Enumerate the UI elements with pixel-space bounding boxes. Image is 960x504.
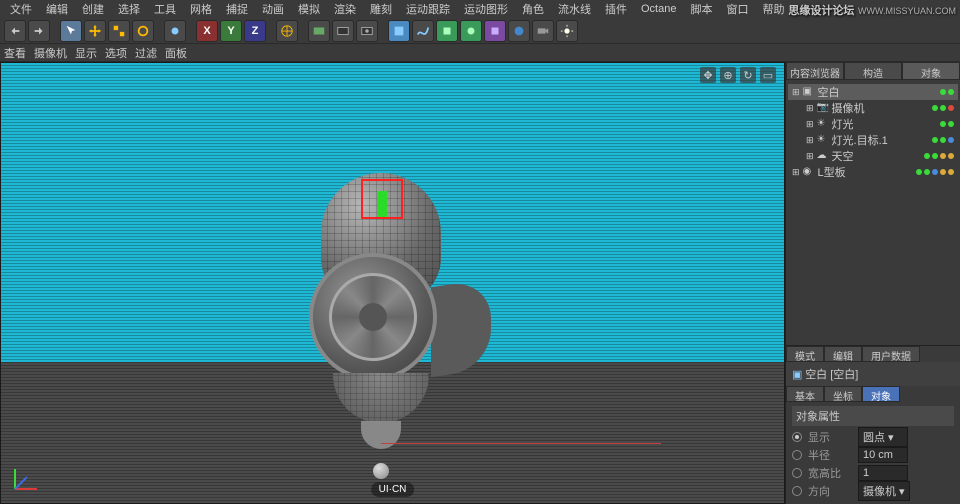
menu-渲染[interactable]: 渲染: [328, 0, 362, 18]
watermark-title: 思缘设计论坛: [788, 5, 854, 17]
attr-value[interactable]: 1: [858, 465, 908, 481]
tree-item-5[interactable]: ⊞◉L型板: [788, 164, 958, 180]
attr-row-1: 半径10 cm: [792, 446, 954, 464]
tree-item-4[interactable]: ⊞☁天空: [788, 148, 958, 164]
attr-row-0: 显示圆点 ▾: [792, 428, 954, 446]
null-icon: ▣: [792, 369, 802, 381]
attribute-manager: 模式编辑用户数据 ▣ 空白 [空白] 基本坐标对象 对象属性 显示圆点 ▾半径1…: [786, 345, 960, 504]
add-camera[interactable]: [532, 20, 554, 42]
vp-rotate-icon[interactable]: ↻: [740, 67, 756, 83]
tree-item-2[interactable]: ⊞☀灯光: [788, 116, 958, 132]
attr-radio[interactable]: [792, 432, 802, 442]
attr-tab-1[interactable]: 编辑: [824, 346, 862, 362]
menu-Octane[interactable]: Octane: [635, 2, 682, 16]
add-generator2[interactable]: [460, 20, 482, 42]
vp-max-icon[interactable]: ▭: [760, 67, 776, 83]
subbar-查看[interactable]: 查看: [4, 45, 26, 61]
tree-item-0[interactable]: ⊞▣空白: [788, 84, 958, 100]
subbar-显示[interactable]: 显示: [75, 45, 97, 61]
attr-title: 空白 [空白]: [805, 369, 858, 381]
attr-value[interactable]: 10 cm: [858, 447, 908, 463]
attr-row-3: 方向摄像机 ▾: [792, 482, 954, 500]
menu-网格[interactable]: 网格: [184, 0, 218, 18]
menu-角色[interactable]: 角色: [516, 0, 550, 18]
attr-subtab-2[interactable]: 对象: [862, 386, 900, 402]
menu-模拟[interactable]: 模拟: [292, 0, 326, 18]
menu-运动图形[interactable]: 运动图形: [458, 0, 514, 18]
menu-雕刻[interactable]: 雕刻: [364, 0, 398, 18]
menu-窗口[interactable]: 窗口: [720, 0, 754, 18]
menu-捕捉[interactable]: 捕捉: [220, 0, 254, 18]
vp-pan-icon[interactable]: ✥: [700, 67, 716, 83]
tree-item-1[interactable]: ⊞📷摄像机: [788, 100, 958, 116]
attr-radio[interactable]: [792, 468, 802, 478]
undo-button[interactable]: [4, 20, 26, 42]
axis-indicator: [7, 457, 47, 497]
vp-zoom-icon[interactable]: ⊕: [720, 67, 736, 83]
menu-帮助[interactable]: 帮助: [756, 0, 790, 18]
select-tool[interactable]: [60, 20, 82, 42]
menu-编辑[interactable]: 编辑: [40, 0, 74, 18]
model-object[interactable]: [261, 173, 501, 483]
subbar-摄像机[interactable]: 摄像机: [34, 45, 67, 61]
render-settings[interactable]: [356, 20, 378, 42]
lock-y[interactable]: Y: [220, 20, 242, 42]
attr-subtab-1[interactable]: 坐标: [824, 386, 862, 402]
coord-system[interactable]: [276, 20, 298, 42]
lock-z[interactable]: Z: [244, 20, 266, 42]
attr-tab-0[interactable]: 模式: [786, 346, 824, 362]
attr-value[interactable]: 圆点 ▾: [858, 427, 908, 447]
attr-radio[interactable]: [792, 486, 802, 496]
add-env[interactable]: [508, 20, 530, 42]
menu-动画[interactable]: 动画: [256, 0, 290, 18]
watermark-url: WWW.MISSYUAN.COM: [858, 6, 956, 16]
attr-section-header: 对象属性: [792, 406, 954, 426]
scale-tool[interactable]: [108, 20, 130, 42]
render-view[interactable]: [308, 20, 330, 42]
main-toolbar: X Y Z: [0, 18, 960, 44]
watermark-logo: UI·CN: [371, 482, 415, 497]
menu-插件[interactable]: 插件: [599, 0, 633, 18]
selection-highlight: [361, 179, 403, 219]
right-panel: 内容浏览器构造对象 ⊞▣空白⊞📷摄像机⊞☀灯光⊞☀灯光.目标.1⊞☁天空⊞◉L型…: [785, 62, 960, 504]
attr-tab-2[interactable]: 用户数据: [862, 346, 920, 362]
add-generator[interactable]: [436, 20, 458, 42]
lock-x[interactable]: X: [196, 20, 218, 42]
object-tree[interactable]: ⊞▣空白⊞📷摄像机⊞☀灯光⊞☀灯光.目标.1⊞☁天空⊞◉L型板: [786, 80, 960, 260]
menu-运动跟踪[interactable]: 运动跟踪: [400, 0, 456, 18]
menu-流水线[interactable]: 流水线: [552, 0, 597, 18]
add-light[interactable]: [556, 20, 578, 42]
subbar-面板[interactable]: 面板: [165, 45, 187, 61]
menu-脚本[interactable]: 脚本: [684, 0, 718, 18]
add-primitive[interactable]: [388, 20, 410, 42]
attr-value[interactable]: 摄像机 ▾: [858, 481, 910, 501]
panel-tab-0[interactable]: 内容浏览器: [786, 62, 844, 80]
last-tool[interactable]: [164, 20, 186, 42]
redo-button[interactable]: [28, 20, 50, 42]
attr-row-2: 宽高比1: [792, 464, 954, 482]
viewport-subbar: 查看摄像机显示选项过滤面板: [0, 44, 960, 62]
subbar-选项[interactable]: 选项: [105, 45, 127, 61]
subbar-过滤[interactable]: 过滤: [135, 45, 157, 61]
menu-工具[interactable]: 工具: [148, 0, 182, 18]
move-tool[interactable]: [84, 20, 106, 42]
attr-radio[interactable]: [792, 450, 802, 460]
attr-subtab-0[interactable]: 基本: [786, 386, 824, 402]
panel-tab-2[interactable]: 对象: [902, 62, 960, 80]
menu-文件[interactable]: 文件: [4, 0, 38, 18]
menu-选择[interactable]: 选择: [112, 0, 146, 18]
render-pv[interactable]: [332, 20, 354, 42]
tree-item-3[interactable]: ⊞☀灯光.目标.1: [788, 132, 958, 148]
panel-tab-1[interactable]: 构造: [844, 62, 902, 80]
viewport[interactable]: ✥ ⊕ ↻ ▭ UI·CN: [0, 62, 785, 504]
menu-创建[interactable]: 创建: [76, 0, 110, 18]
add-spline[interactable]: [412, 20, 434, 42]
add-deformer[interactable]: [484, 20, 506, 42]
rotate-tool[interactable]: [132, 20, 154, 42]
